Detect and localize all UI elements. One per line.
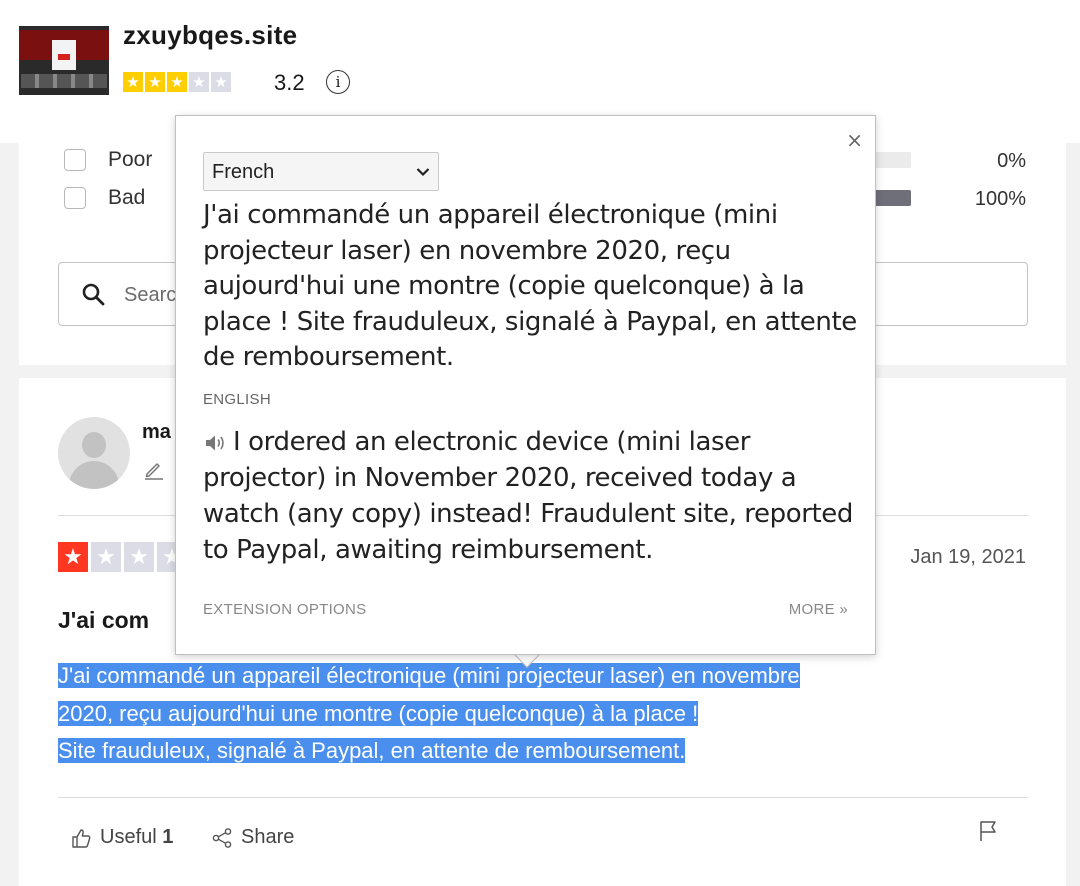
- pencil-icon: [145, 463, 163, 480]
- star-icon: ★: [211, 72, 231, 92]
- bad-checkbox[interactable]: [64, 187, 86, 209]
- filter-label: Bad: [108, 186, 146, 209]
- poor-checkbox[interactable]: [64, 149, 86, 171]
- poor-percent: 0%: [997, 150, 1026, 172]
- flag-icon[interactable]: [977, 819, 1001, 843]
- useful-count: 1: [162, 826, 174, 848]
- site-thumbnail[interactable]: [19, 26, 109, 95]
- source-language-select[interactable]: French: [203, 152, 439, 191]
- filter-row-bad[interactable]: Bad: [64, 186, 145, 210]
- star-icon: ★: [91, 542, 121, 572]
- translated-text-block: I ordered an electronic device (mini las…: [203, 424, 858, 568]
- bad-percent: 100%: [974, 188, 1026, 210]
- site-name[interactable]: zxuybqes.site: [123, 20, 297, 51]
- share-icon: [212, 827, 232, 848]
- extension-options-link[interactable]: EXTENSION OPTIONS: [203, 601, 366, 618]
- filter-label: Poor: [108, 148, 153, 171]
- translated-text: I ordered an electronic device (mini las…: [203, 427, 854, 565]
- original-text: J'ai commandé un appareil électronique (…: [203, 200, 857, 372]
- avatar[interactable]: [58, 417, 130, 489]
- share-label: Share: [241, 826, 295, 848]
- speaker-icon[interactable]: [203, 432, 227, 454]
- star-icon: ★: [167, 72, 187, 92]
- review-title[interactable]: J'ai com: [58, 607, 149, 634]
- reviewer-name[interactable]: ma: [142, 421, 171, 444]
- useful-button[interactable]: Useful 1: [70, 826, 173, 849]
- star-icon: ★: [189, 72, 209, 92]
- thumbs-up-icon: [72, 828, 91, 848]
- rating-score: 3.2: [274, 70, 305, 95]
- review-line: Site frauduleux, signalé à Paypal, en at…: [58, 738, 686, 763]
- poor-bar: [874, 152, 911, 168]
- filter-row-poor[interactable]: Poor: [64, 148, 152, 172]
- review-body[interactable]: J'ai commandé un appareil électronique (…: [58, 657, 1018, 770]
- divider: [58, 797, 1028, 798]
- source-language-value: French: [212, 161, 275, 183]
- overall-rating-stars: ★ ★ ★ ★ ★: [123, 72, 231, 92]
- search-icon: [82, 283, 105, 306]
- bad-bar: [874, 190, 911, 206]
- chevron-down-icon: [416, 168, 430, 177]
- review-date: Jan 19, 2021: [910, 546, 1026, 568]
- review-line: 2020, reçu aujourd'hui une montre (copie…: [58, 700, 699, 726]
- info-icon[interactable]: i: [326, 70, 350, 94]
- translate-popup: × French J'ai commandé un appareil élect…: [175, 115, 876, 655]
- share-button[interactable]: Share: [211, 826, 294, 849]
- star-icon: ★: [123, 72, 143, 92]
- close-icon[interactable]: ×: [846, 128, 863, 152]
- more-link[interactable]: MORE »: [789, 601, 848, 618]
- target-language-label: ENGLISH: [203, 391, 271, 408]
- star-icon: ★: [58, 542, 88, 572]
- useful-label: Useful: [100, 826, 157, 848]
- review-line: J'ai commandé un appareil électronique (…: [58, 663, 800, 688]
- star-icon: ★: [124, 542, 154, 572]
- star-icon: ★: [145, 72, 165, 92]
